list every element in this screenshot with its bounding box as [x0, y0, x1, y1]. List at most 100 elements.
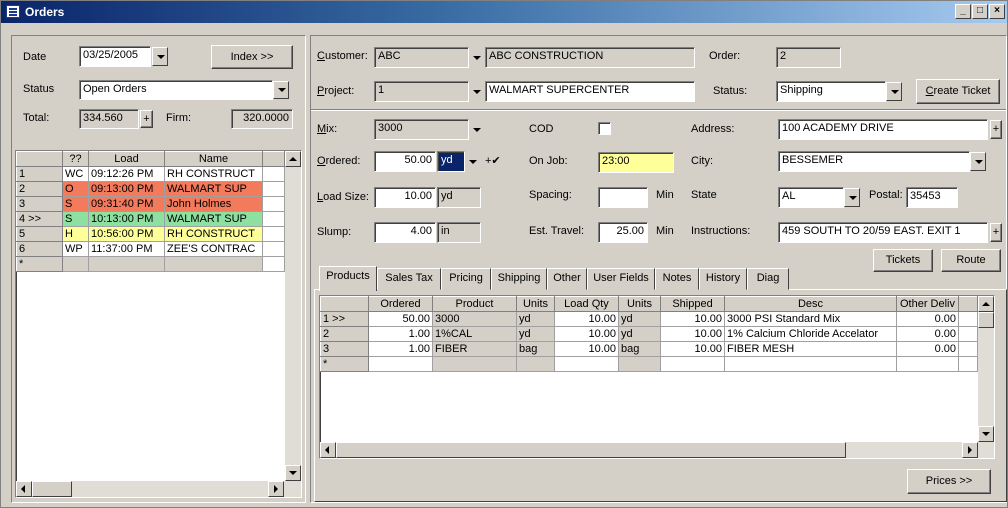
row-name[interactable]: WALMART SUP: [164, 181, 263, 197]
products-cell[interactable]: [516, 356, 555, 372]
orders-row[interactable]: 2 O 09:13:00 PM WALMART SUP: [16, 181, 285, 197]
row-load-time[interactable]: [88, 256, 165, 272]
onjob-field[interactable]: 23:00: [598, 152, 674, 173]
orders-hscroll[interactable]: [16, 481, 301, 497]
products-hscroll-thumb[interactable]: [336, 442, 846, 458]
row-load-time[interactable]: 09:31:40 PM: [88, 196, 165, 212]
customer-dropdown-icon[interactable]: [469, 48, 485, 67]
products-cell[interactable]: 0.00: [896, 311, 959, 327]
row-indicator[interactable]: *: [16, 256, 63, 272]
scroll-left-icon[interactable]: [16, 481, 32, 497]
products-header-6[interactable]: Shipped: [660, 296, 725, 312]
spacing-field[interactable]: [598, 187, 648, 208]
scroll-right-icon[interactable]: [268, 481, 284, 497]
products-row-indicator[interactable]: 3: [320, 341, 369, 357]
products-cell[interactable]: 10.00: [660, 341, 725, 357]
products-cell[interactable]: bag: [516, 341, 555, 357]
state-dropdown-icon[interactable]: [844, 188, 860, 207]
date-dropdown-icon[interactable]: [152, 47, 168, 66]
address-field[interactable]: 100 ACADEMY DRIVE: [778, 119, 988, 140]
total-plus-button[interactable]: +: [140, 110, 153, 128]
products-cell[interactable]: 10.00: [554, 326, 619, 342]
products-cell[interactable]: 0.00: [896, 326, 959, 342]
tab-other[interactable]: Other: [547, 268, 587, 290]
grid-header-code[interactable]: ??: [62, 151, 89, 167]
row-code[interactable]: S: [62, 211, 89, 227]
prices-button[interactable]: Prices >>: [907, 469, 991, 494]
maximize-button[interactable]: □: [972, 4, 988, 19]
project-name-field[interactable]: WALMART SUPERCENTER: [485, 81, 695, 102]
project-code-field[interactable]: 1: [374, 81, 469, 102]
scroll-up-icon[interactable]: [285, 151, 301, 167]
state-select[interactable]: AL: [778, 187, 844, 208]
ordered-check-label[interactable]: +✔: [485, 154, 501, 167]
row-indicator[interactable]: 6: [16, 241, 63, 257]
products-cell[interactable]: [618, 356, 661, 372]
orders-row[interactable]: 6 WP 11:37:00 PM ZEE'S CONTRAC: [16, 241, 285, 257]
products-cell[interactable]: FIBER MESH: [724, 341, 897, 357]
row-code[interactable]: S: [62, 196, 89, 212]
index-button[interactable]: Index >>: [211, 45, 293, 69]
orders-row[interactable]: 4 >> S 10:13:00 PM WALMART SUP: [16, 211, 285, 227]
row-name[interactable]: ZEE'S CONTRAC: [164, 241, 263, 257]
tab-user-fields[interactable]: User Fields: [587, 268, 655, 290]
row-name[interactable]: John Holmes: [164, 196, 263, 212]
row-load-time[interactable]: 11:37:00 PM: [88, 241, 165, 257]
tab-history[interactable]: History: [699, 268, 747, 290]
products-cell[interactable]: [368, 356, 433, 372]
mix-dropdown-icon[interactable]: [469, 120, 485, 139]
products-cell[interactable]: [660, 356, 725, 372]
status-select[interactable]: Open Orders: [79, 80, 273, 100]
products-vscroll[interactable]: [978, 296, 994, 442]
scroll-thumb[interactable]: [32, 481, 72, 497]
products-row[interactable]: 2 1.00 1%CAL yd 10.00 yd 10.00 1% Calcium Chlor…: [320, 326, 978, 342]
tab-pricing[interactable]: Pricing: [441, 268, 491, 290]
grid-header-load[interactable]: Load: [88, 151, 165, 167]
products-cell[interactable]: [432, 356, 517, 372]
row-name[interactable]: RH CONSTRUCT: [164, 226, 263, 242]
tickets-button[interactable]: Tickets: [873, 249, 933, 272]
products-cell[interactable]: 1% Calcium Chloride Accelator: [724, 326, 897, 342]
products-row[interactable]: 3 1.00 FIBER bag 10.00 bag 10.00 FIBER MESH 0.00: [320, 341, 978, 357]
products-cell[interactable]: 3000: [432, 311, 517, 327]
products-row-indicator[interactable]: 2: [320, 326, 369, 342]
slump-field[interactable]: 4.00: [374, 222, 436, 243]
products-cell[interactable]: [724, 356, 897, 372]
products-header-2[interactable]: Product: [432, 296, 517, 312]
create-ticket-button[interactable]: Create Ticket: [916, 79, 1000, 104]
tab-sales-tax[interactable]: Sales Tax: [377, 268, 441, 290]
tab-diag[interactable]: Diag: [747, 268, 789, 290]
instructions-field[interactable]: 459 SOUTH TO 20/59 EAST. EXIT 1: [778, 222, 988, 243]
city-field[interactable]: BESSEMER: [778, 151, 970, 172]
products-cell[interactable]: 10.00: [660, 311, 725, 327]
row-code[interactable]: WP: [62, 241, 89, 257]
products-cell[interactable]: yd: [516, 311, 555, 327]
row-name[interactable]: WALMART SUP: [164, 211, 263, 227]
orders-row[interactable]: 1 WC 09:12:26 PM RH CONSTRUCT: [16, 166, 285, 182]
row-code[interactable]: WC: [62, 166, 89, 182]
products-scroll-left-icon[interactable]: [320, 442, 336, 458]
products-header-1[interactable]: Ordered: [368, 296, 433, 312]
shipping-status-dropdown-icon[interactable]: [886, 82, 902, 101]
row-code[interactable]: H: [62, 226, 89, 242]
tab-products[interactable]: Products: [319, 266, 377, 291]
row-load-time[interactable]: 09:13:00 PM: [88, 181, 165, 197]
products-cell[interactable]: [896, 356, 959, 372]
products-scroll-right-icon[interactable]: [962, 442, 978, 458]
products-hscroll[interactable]: [320, 442, 994, 458]
mix-field[interactable]: 3000: [374, 119, 469, 140]
products-scroll-up-icon[interactable]: [978, 296, 994, 312]
products-header-3[interactable]: Units: [516, 296, 555, 312]
products-cell[interactable]: yd: [618, 326, 661, 342]
orders-row[interactable]: 3 S 09:31:40 PM John Holmes: [16, 196, 285, 212]
ordered-qty-field[interactable]: 50.00: [374, 151, 436, 172]
products-header-5[interactable]: Units: [618, 296, 661, 312]
products-cell[interactable]: 1%CAL: [432, 326, 517, 342]
close-button[interactable]: ×: [989, 4, 1005, 19]
products-cell[interactable]: 0.00: [896, 341, 959, 357]
row-load-time[interactable]: 09:12:26 PM: [88, 166, 165, 182]
orders-row[interactable]: 5 H 10:56:00 PM RH CONSTRUCT: [16, 226, 285, 242]
products-cell[interactable]: 3000 PSI Standard Mix: [724, 311, 897, 327]
instructions-plus-button[interactable]: +: [990, 223, 1002, 242]
tab-shipping[interactable]: Shipping: [491, 268, 547, 290]
